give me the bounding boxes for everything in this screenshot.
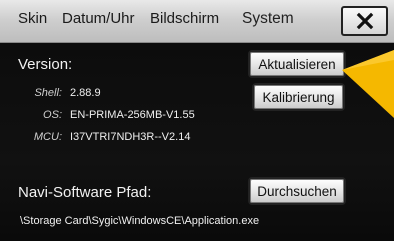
navi-software-path: \Storage Card\Sygic\WindowsCE\Applicatio… — [20, 215, 260, 227]
os-value: EN-PRIMA-256MB-V1.55 — [70, 109, 195, 121]
tab-skin[interactable]: Skin — [18, 10, 47, 27]
aktualisieren-button[interactable]: Aktualisieren — [248, 50, 346, 78]
close-button[interactable] — [341, 6, 388, 36]
shell-key: Shell: — [34, 87, 62, 99]
system-panel: Version: Shell: 2.88.9 OS: EN-PRIMA-256M… — [0, 43, 394, 241]
arrow-pointer-icon — [342, 50, 394, 118]
os-row: OS: EN-PRIMA-256MB-V1.55 — [0, 109, 240, 123]
close-icon — [356, 12, 373, 30]
settings-screen: Skin Datum/Uhr Bildschirm System Version… — [0, 0, 394, 241]
tab-bildschirm[interactable]: Bildschirm — [150, 10, 219, 27]
tab-system[interactable]: System — [242, 10, 294, 28]
version-heading: Version: — [18, 56, 73, 73]
durchsuchen-button[interactable]: Durchsuchen — [248, 177, 346, 205]
shell-value: 2.88.9 — [70, 87, 101, 99]
os-key: OS: — [43, 109, 62, 121]
mcu-key: MCU: — [33, 131, 62, 143]
mcu-value: I37VTRI7NDH3R--V2.14 — [70, 131, 191, 143]
mcu-row: MCU: I37VTRI7NDH3R--V2.14 — [0, 131, 240, 145]
tab-datum-uhr[interactable]: Datum/Uhr — [62, 10, 135, 27]
navi-software-heading: Navi-Software Pfad: — [18, 184, 152, 201]
tab-bar: Skin Datum/Uhr Bildschirm System — [0, 0, 394, 43]
kalibrierung-button[interactable]: Kalibrierung — [252, 83, 345, 111]
shell-row: Shell: 2.88.9 — [0, 87, 240, 101]
